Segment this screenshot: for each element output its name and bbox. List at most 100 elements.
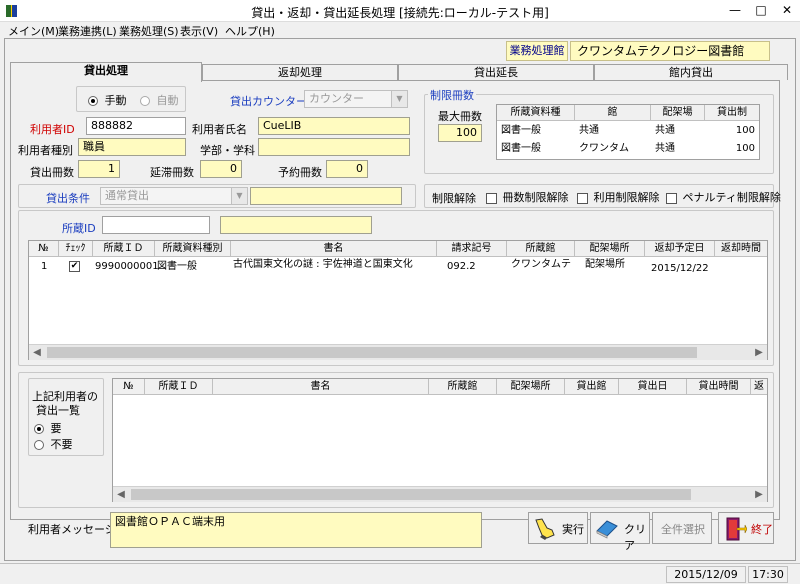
tab-loan[interactable]: 貸出処理 bbox=[10, 62, 202, 82]
reserve-count-label: 予約冊数 bbox=[278, 166, 322, 179]
mode-manual-radio[interactable]: 手動 bbox=[88, 92, 127, 108]
loan-row-due-date: 2015/12/22 bbox=[651, 263, 709, 274]
limit-col-material: 所蔵資料種 bbox=[497, 105, 575, 121]
holding-id-detail bbox=[220, 216, 372, 234]
restriction-usage-check[interactable]: 利用制限解除 bbox=[577, 189, 660, 205]
loan-condition-label: 貸出条件 bbox=[46, 192, 90, 205]
tab-inhouse-loan[interactable]: 館内貸出 bbox=[594, 64, 788, 80]
counter-value: カウンター bbox=[309, 92, 364, 105]
user-type-field: 職員 bbox=[78, 138, 186, 156]
exit-button[interactable]: 終了 bbox=[718, 512, 774, 544]
overdue-count-field: 0 bbox=[200, 160, 242, 178]
menu-main[interactable]: メイン(M) bbox=[8, 23, 59, 39]
limit-row1-limit: 100 bbox=[735, 125, 755, 136]
loan-row-call-no: 092.2 bbox=[447, 261, 476, 272]
select-all-button[interactable]: 全件選択 bbox=[652, 512, 712, 544]
restriction-count-check[interactable]: 冊数制限解除 bbox=[486, 189, 569, 205]
select-all-label: 全件選択 bbox=[661, 523, 705, 536]
radio-manual bbox=[88, 96, 98, 106]
reserve-count-field: 0 bbox=[326, 160, 368, 178]
loan-col-title: 書名 bbox=[231, 241, 437, 257]
overdue-count-label: 延滞冊数 bbox=[150, 166, 194, 179]
library-value: クワンタムテクノロジー図書館 bbox=[570, 41, 770, 61]
history-required-radio[interactable]: 要 bbox=[34, 420, 62, 436]
loan-row-holding-id: 9990000001 bbox=[95, 261, 159, 272]
restriction-penalty-label: ペナルティ制限解除 bbox=[682, 191, 781, 204]
counter-label: 貸出カウンター bbox=[230, 95, 307, 108]
tab-return[interactable]: 返却処理 bbox=[202, 64, 398, 80]
restriction-label: 制限解除 bbox=[432, 192, 476, 205]
tab-renewal[interactable]: 貸出延長 bbox=[398, 64, 594, 80]
loan-row-material: 図書一般 bbox=[157, 261, 197, 272]
limit-group-title: 制限冊数 bbox=[428, 87, 476, 103]
table-row[interactable]: 1 ✔ 9990000001 図書一般 古代国東文化の謎 : 宇佐神道と国東文化… bbox=[29, 259, 767, 275]
limit-grid-header: 所蔵資料種 館 配架場 貸出制 bbox=[497, 105, 759, 121]
counter-combo[interactable]: カウンター ▼ bbox=[304, 90, 408, 108]
history-grid-header: № 所蔵ＩＤ 書名 所蔵館 配架場所 貸出館 貸出日 貸出時間 返 bbox=[113, 379, 767, 395]
scroll-right-icon[interactable]: ▶ bbox=[751, 345, 767, 360]
loan-row-no: 1 bbox=[41, 261, 48, 272]
mode-auto-radio[interactable]: 自動 bbox=[140, 92, 179, 108]
menu-view[interactable]: 表示(V) bbox=[180, 23, 218, 39]
chevron-down-icon[interactable]: ▼ bbox=[231, 188, 247, 204]
history-not-required-label: 不要 bbox=[50, 438, 73, 451]
close-button[interactable]: ✕ bbox=[774, 0, 800, 20]
history-col-title: 書名 bbox=[213, 379, 429, 395]
scroll-right-icon[interactable]: ▶ bbox=[751, 487, 767, 502]
message-field: 図書館ＯＰＡＣ端末用 bbox=[110, 512, 482, 548]
history-col-location: 配架場所 bbox=[497, 379, 565, 395]
menu-integration[interactable]: 業務連携(L) bbox=[58, 23, 117, 39]
loan-col-check: ﾁｪｯｸ bbox=[59, 241, 93, 257]
loan-col-library: 所蔵館 bbox=[507, 241, 575, 257]
message-label: 利用者メッセージ bbox=[28, 523, 116, 536]
execute-button[interactable]: 実行 bbox=[528, 512, 588, 544]
loan-condition-detail bbox=[250, 187, 402, 205]
checkbox-usage-release bbox=[577, 192, 588, 204]
restriction-usage-label: 利用制限解除 bbox=[593, 191, 660, 204]
history-not-required-radio[interactable]: 不要 bbox=[34, 436, 73, 452]
maximize-button[interactable]: □ bbox=[748, 0, 774, 20]
chevron-down-icon[interactable]: ▼ bbox=[391, 91, 407, 107]
menu-operations[interactable]: 業務処理(S) bbox=[119, 23, 179, 39]
dept-field bbox=[258, 138, 410, 156]
holding-id-input[interactable] bbox=[102, 216, 210, 234]
scroll-left-icon[interactable]: ◀ bbox=[29, 345, 45, 360]
limit-grid: 所蔵資料種 館 配架場 貸出制 図書一般 共通 共通 100 図書一般 クワンタ… bbox=[496, 104, 760, 160]
radio-auto bbox=[140, 96, 150, 106]
user-type-label: 利用者種別 bbox=[18, 144, 73, 157]
menu-bar: メイン(M) 業務連携(L) 業務処理(S) 表示(V) ヘルプ(H) bbox=[0, 22, 800, 38]
loan-col-no: № bbox=[29, 241, 59, 257]
mode-manual-label: 手動 bbox=[104, 94, 127, 107]
scroll-thumb[interactable] bbox=[47, 347, 697, 358]
loan-row-title: 古代国東文化の謎 : 宇佐神道と国東文化 bbox=[233, 259, 413, 270]
loan-condition-combo[interactable]: 通常貸出 ▼ bbox=[100, 187, 248, 205]
checkbox-count-release bbox=[486, 192, 497, 204]
loan-row-checkbox[interactable]: ✔ bbox=[69, 261, 80, 272]
minimize-button[interactable]: — bbox=[722, 0, 748, 20]
limit-row1-library: 共通 bbox=[579, 125, 599, 136]
loan-grid: № ﾁｪｯｸ 所蔵ＩＤ 所蔵資料種別 書名 請求記号 所蔵館 配架場所 返却予定… bbox=[28, 240, 768, 360]
pointing-hand-icon bbox=[535, 518, 555, 540]
limit-col-library: 館 bbox=[575, 105, 651, 121]
limit-col-limit: 貸出制 bbox=[717, 107, 747, 118]
history-col-return: 返 bbox=[754, 381, 764, 392]
restriction-penalty-check[interactable]: ペナルティ制限解除 bbox=[666, 189, 781, 205]
user-id-input[interactable]: 888882 bbox=[86, 117, 186, 135]
scroll-thumb[interactable] bbox=[131, 489, 691, 500]
eraser-icon bbox=[596, 520, 618, 539]
menu-help[interactable]: ヘルプ(H) bbox=[225, 23, 275, 39]
history-col-loan-date: 貸出日 bbox=[619, 379, 687, 395]
max-count-field: 100 bbox=[438, 124, 482, 142]
max-count-label: 最大冊数 bbox=[438, 110, 482, 123]
limit-row1-material: 図書一般 bbox=[501, 125, 541, 136]
loan-grid-header: № ﾁｪｯｸ 所蔵ＩＤ 所蔵資料種別 書名 請求記号 所蔵館 配架場所 返却予定… bbox=[29, 241, 767, 257]
execute-label: 実行 bbox=[562, 523, 584, 536]
history-grid-scrollbar[interactable]: ◀ ▶ bbox=[113, 486, 767, 502]
clear-button[interactable]: クリア bbox=[590, 512, 650, 552]
clear-label: クリア bbox=[624, 523, 646, 552]
scroll-left-icon[interactable]: ◀ bbox=[113, 487, 129, 502]
history-col-holding-id: 所蔵ＩＤ bbox=[145, 379, 213, 395]
loan-grid-scrollbar[interactable]: ◀ ▶ bbox=[29, 344, 767, 360]
loan-col-material: 所蔵資料種別 bbox=[155, 241, 231, 257]
history-col-loan-time: 貸出時間 bbox=[687, 379, 751, 395]
